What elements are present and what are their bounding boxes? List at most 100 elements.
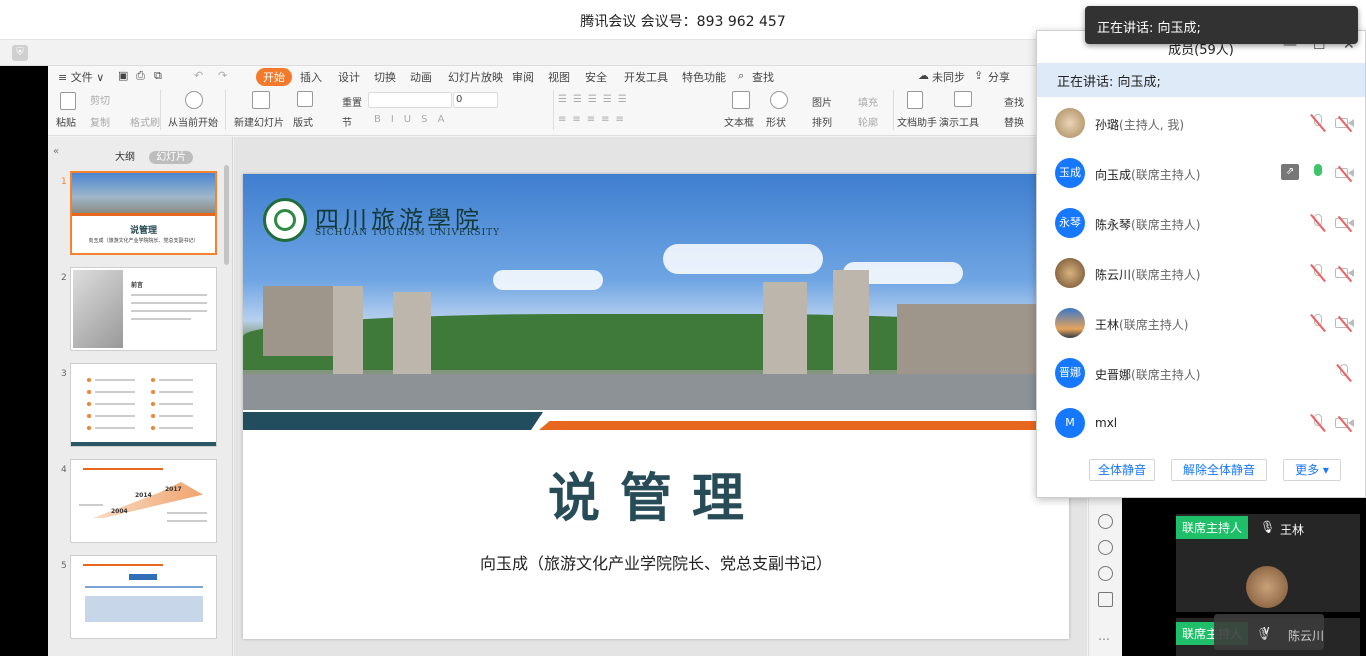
search-icon[interactable]: ⌕ [738, 69, 744, 83]
tab-developer[interactable]: 开发工具 [624, 69, 668, 85]
tab-insert[interactable]: 插入 [300, 69, 322, 85]
member-row[interactable]: 陈云川(联席主持人) [1037, 249, 1365, 299]
thumb-heading-line [83, 564, 163, 566]
new-slide-icon[interactable] [252, 91, 270, 109]
layout-button[interactable]: 版式 [293, 114, 313, 129]
doc-helper-icon[interactable] [907, 91, 923, 109]
cut-button[interactable]: 剪切 [90, 92, 110, 107]
format-painter-button[interactable]: 格式刷 [130, 114, 160, 129]
unmute-all-button[interactable]: 解除全体静音 [1171, 459, 1267, 481]
tab-slideshow[interactable]: 幻灯片放映 [448, 69, 503, 85]
screen-share-icon[interactable]: ⇗ [1281, 164, 1299, 180]
reset-button[interactable]: 重置 [342, 94, 362, 109]
mic-muted-icon[interactable] [1336, 363, 1352, 383]
member-row[interactable]: 王林(联席主持人) [1037, 299, 1365, 349]
avatar: 玉成 [1055, 158, 1085, 188]
paragraph-buttons[interactable]: ☰☰☰☰☰ [558, 94, 633, 105]
video-tile[interactable]: 联席主持人 🎙 王林 [1176, 514, 1360, 612]
member-row[interactable]: 玉成 向玉成(联席主持人) ⇗ [1037, 149, 1365, 199]
tab-view[interactable]: 视图 [548, 69, 570, 85]
slide-thumbnail-3[interactable] [70, 363, 217, 447]
align-buttons[interactable]: ≡≡≡≡≡ [558, 114, 630, 125]
pane-scrollbar[interactable] [224, 165, 229, 265]
outline-button[interactable]: 轮廓 [858, 114, 878, 129]
member-row[interactable]: 永琴 陈永琴(联席主持人) [1037, 199, 1365, 249]
member-row[interactable]: 孙璐(主持人, 我) [1037, 99, 1365, 149]
save-icon[interactable]: ▣ [118, 69, 128, 82]
video-tile[interactable]: 联席主持人 ∨ 🎙 陈云川 [1176, 614, 1360, 656]
camera-off-icon[interactable] [1335, 265, 1355, 283]
present-tools-icon[interactable] [954, 91, 972, 107]
arrange-button[interactable]: 排列 [812, 114, 832, 129]
share-button[interactable]: 分享 [988, 69, 1010, 85]
present-tools-button[interactable]: 演示工具 [939, 114, 979, 129]
slide-thumbnail-2[interactable]: 前言 [70, 267, 217, 351]
shape-icon[interactable] [770, 91, 788, 109]
undo-icon[interactable]: ↶ [194, 69, 203, 82]
print-icon[interactable]: ⎙ [136, 69, 145, 83]
help-icon[interactable] [1098, 566, 1113, 581]
fill-button[interactable]: 填充 [858, 94, 878, 109]
participant-avatar [1246, 566, 1288, 608]
slide-thumbnail-5[interactable] [70, 555, 217, 639]
play-icon[interactable] [185, 91, 203, 109]
mic-muted-icon[interactable] [1310, 113, 1326, 133]
mic-on-icon[interactable] [1311, 164, 1325, 182]
mic-muted-icon[interactable] [1310, 313, 1326, 333]
tab-outline[interactable]: 大纲 [108, 151, 142, 164]
mic-muted-icon[interactable] [1310, 213, 1326, 233]
camera-off-icon[interactable] [1335, 415, 1355, 433]
collapse-icon[interactable]: « [53, 146, 59, 157]
camera-off-icon[interactable] [1335, 315, 1355, 333]
redo-icon[interactable]: ↷ [218, 69, 227, 82]
member-row[interactable]: M mxl [1037, 399, 1365, 449]
camera-off-icon[interactable] [1335, 215, 1355, 233]
tab-security[interactable]: 安全 [585, 69, 607, 85]
tab-start[interactable]: 开始 [256, 68, 292, 86]
tab-animation[interactable]: 动画 [410, 69, 432, 85]
tab-review[interactable]: 审阅 [512, 69, 534, 85]
paste-icon[interactable] [60, 92, 76, 110]
slide-thumbnail-4[interactable]: 2004 2014 2017 [70, 459, 217, 543]
camera-off-icon[interactable] [1335, 115, 1355, 133]
more-button[interactable]: 更多 ▾ [1283, 459, 1341, 481]
font-size-input[interactable]: 0 [453, 92, 498, 108]
new-slide-button[interactable]: 新建幻灯片 [234, 114, 284, 129]
mute-all-button[interactable]: 全体静音 [1089, 459, 1155, 481]
history-icon[interactable] [1098, 540, 1113, 555]
more-icon[interactable]: ⋯ [1098, 632, 1113, 647]
font-name-input[interactable] [368, 92, 452, 108]
file-menu[interactable]: ≡ 文件 ∨ [58, 69, 104, 85]
shape-button[interactable]: 形状 [766, 114, 786, 129]
copy-button[interactable]: 复制 [90, 114, 110, 129]
avatar [1055, 108, 1085, 138]
paste-button[interactable]: 粘贴 [56, 114, 76, 129]
export-icon[interactable]: ⧉ [154, 69, 162, 83]
text-format-buttons[interactable]: BIUSA [374, 114, 455, 125]
section-button[interactable]: 节 [342, 114, 352, 129]
textbox-icon[interactable] [732, 91, 750, 109]
tab-design[interactable]: 设计 [338, 69, 360, 85]
tab-slides[interactable]: 幻灯片 [149, 151, 194, 164]
replace-button[interactable]: 替换 [1004, 114, 1024, 129]
bullet [87, 378, 91, 382]
sync-status[interactable]: 未同步 [932, 69, 965, 85]
search-label[interactable]: 查找 [752, 69, 774, 85]
slide-thumbnail-1[interactable]: 说管理 向玉成（旅游文化产业学院院长、党总支副书记） [70, 171, 217, 255]
picture-button[interactable]: 图片 [812, 94, 832, 109]
tab-features[interactable]: 特色功能 [682, 69, 726, 85]
mic-muted-icon[interactable] [1310, 263, 1326, 283]
member-row[interactable]: 晋娜 史晋娜(联席主持人) [1037, 349, 1365, 399]
layout-icon[interactable] [297, 91, 313, 107]
cloud [493, 270, 603, 290]
mic-muted-icon[interactable] [1310, 413, 1326, 433]
box-icon[interactable] [1098, 592, 1113, 607]
doc-helper-button[interactable]: 文档助手 [897, 114, 937, 129]
find-button[interactable]: 查找 [1004, 94, 1024, 109]
from-current-button[interactable]: 从当前开始 [168, 114, 218, 129]
tool-icon[interactable] [1098, 514, 1113, 529]
textbox-button[interactable]: 文本框 [724, 114, 754, 129]
tab-transition[interactable]: 切换 [374, 69, 396, 85]
camera-off-icon[interactable] [1335, 165, 1355, 183]
current-slide[interactable]: 四川旅游學院 SICHUAN TOURISM UNIVERSITY 说管理 向玉… [243, 174, 1069, 639]
